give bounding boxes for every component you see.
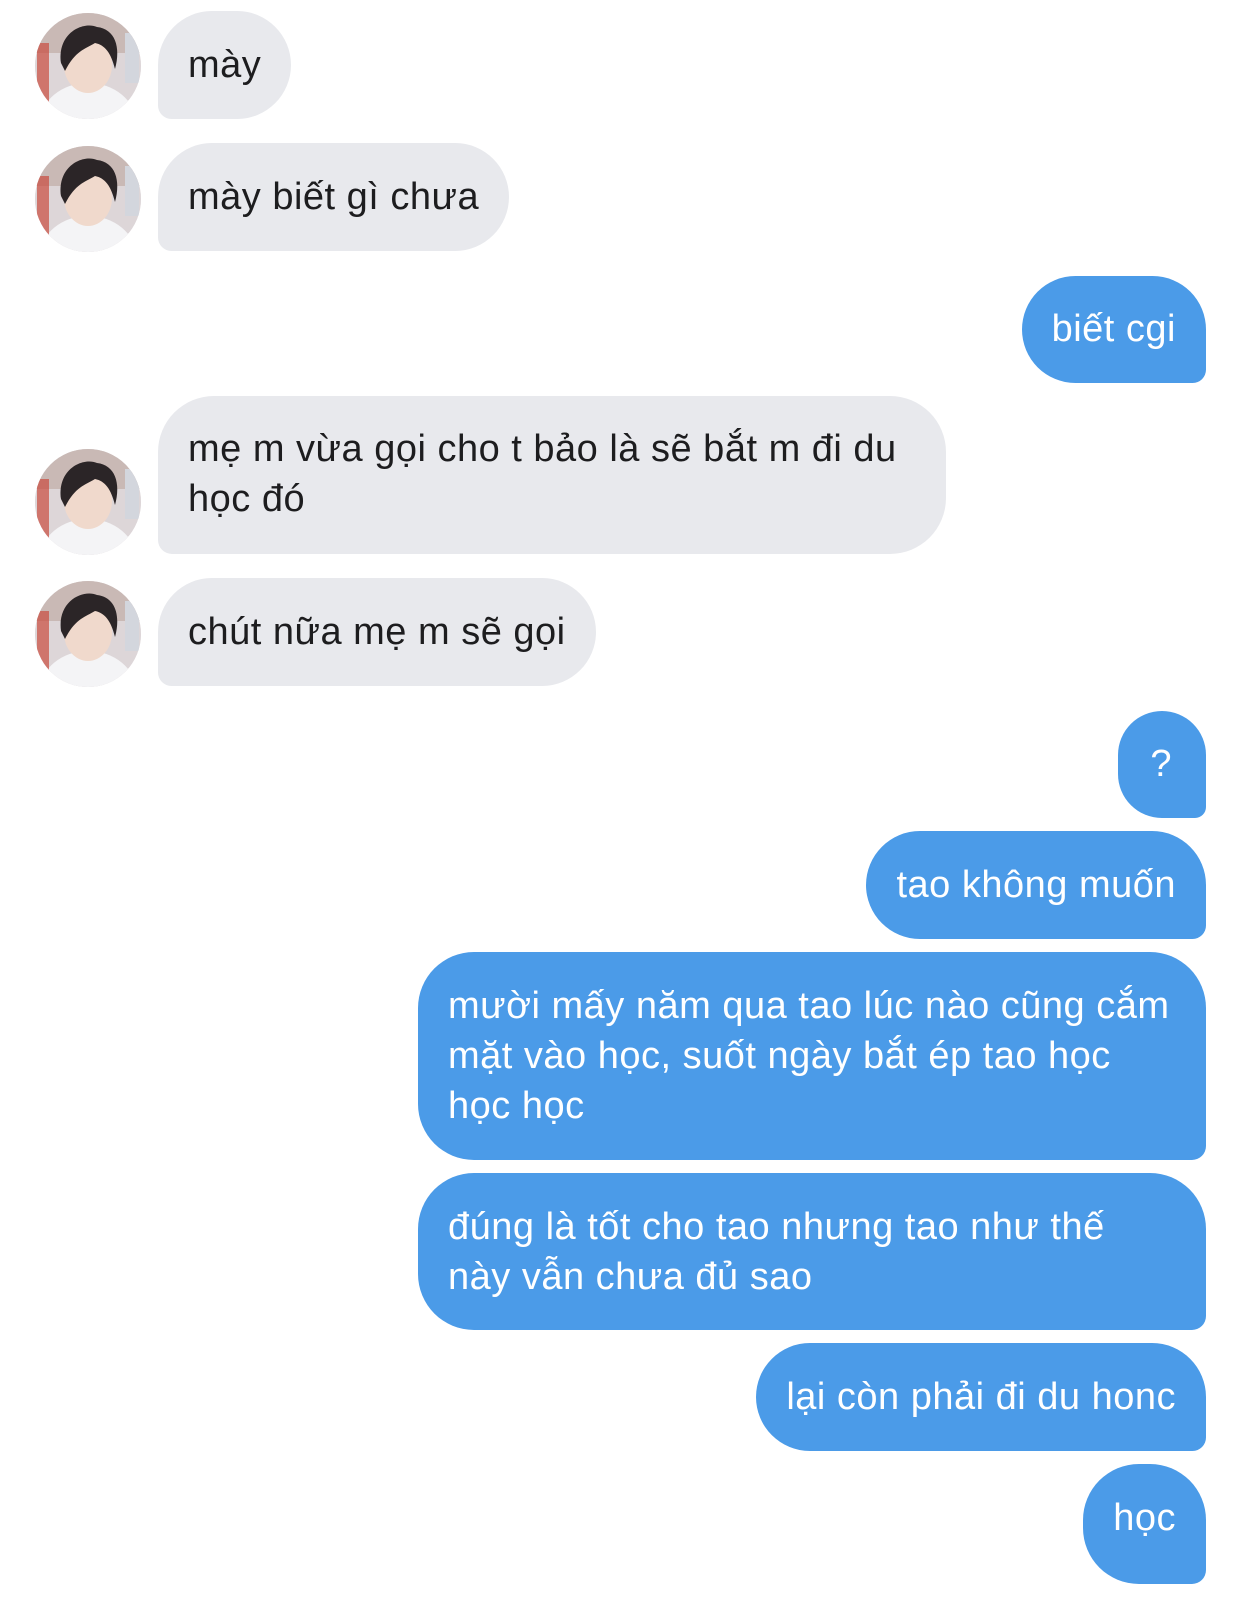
- message-bubble-incoming[interactable]: chút nữa mẹ m sẽ gọi: [158, 578, 596, 686]
- message-bubble-outgoing[interactable]: mười mấy năm qua tao lúc nào cũng cắm mặ…: [418, 952, 1206, 1160]
- message-bubble-outgoing[interactable]: ?: [1118, 711, 1206, 818]
- message-bubble-incoming[interactable]: mẹ m vừa gọi cho t bảo là sẽ bắt m đi du…: [158, 396, 946, 554]
- message-bubble-outgoing[interactable]: biết cgi: [1021, 276, 1206, 383]
- avatar-photo-icon: [35, 449, 141, 555]
- message-bubble-outgoing[interactable]: tao không muốn: [866, 831, 1206, 939]
- message-bubble-incoming[interactable]: mày biết gì chưa: [158, 143, 510, 251]
- contact-avatar[interactable]: [35, 13, 141, 119]
- contact-avatar[interactable]: [35, 581, 141, 687]
- message-bubble-outgoing[interactable]: đúng là tốt cho tao nhưng tao như thế nà…: [418, 1173, 1206, 1330]
- message-bubble-outgoing[interactable]: học: [1083, 1464, 1206, 1584]
- avatar-photo-icon: [35, 146, 141, 252]
- avatar-photo-icon: [35, 13, 141, 119]
- message-bubble-outgoing[interactable]: lại còn phải đi du honc: [756, 1343, 1206, 1451]
- contact-avatar[interactable]: [35, 449, 141, 555]
- avatar-photo-icon: [35, 581, 141, 687]
- message-bubble-incoming[interactable]: mày: [158, 11, 292, 119]
- contact-avatar[interactable]: [35, 146, 141, 252]
- chat-screen: { "messages": [ { "sender": "them", "tex…: [0, 0, 1242, 1600]
